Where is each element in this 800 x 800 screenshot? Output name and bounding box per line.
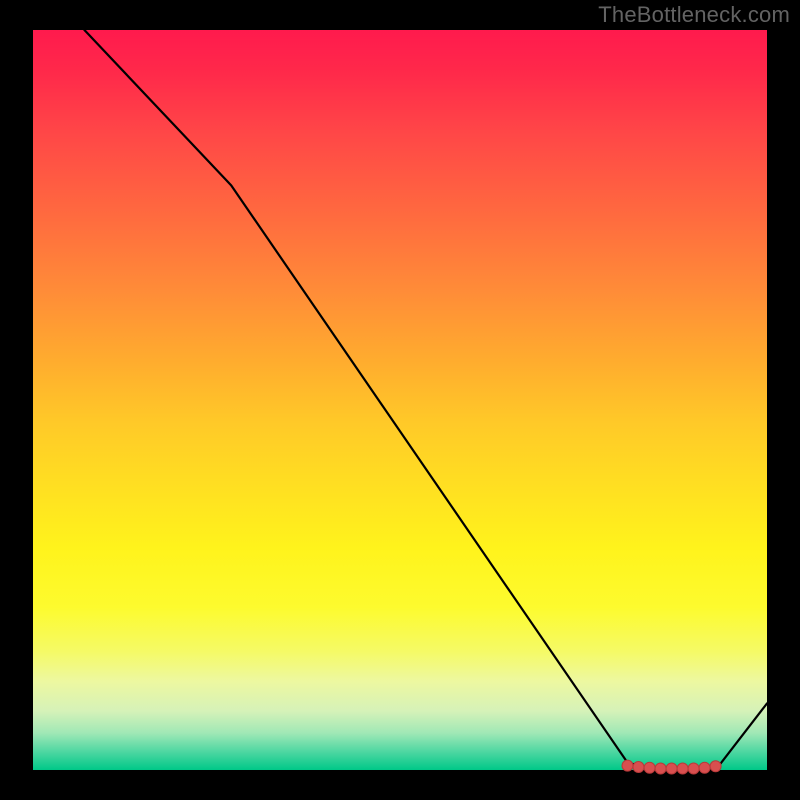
chart-svg: [33, 30, 767, 770]
watermark-text: TheBottleneck.com: [598, 2, 790, 28]
data-point: [644, 762, 655, 773]
chart-canvas: TheBottleneck.com: [0, 0, 800, 800]
data-point: [688, 763, 699, 774]
data-point: [710, 761, 721, 772]
data-point: [622, 760, 633, 771]
data-point: [677, 763, 688, 774]
data-point: [699, 762, 710, 773]
data-point: [633, 762, 644, 773]
data-point: [666, 763, 677, 774]
plot-area: [33, 30, 767, 770]
data-line: [84, 30, 767, 770]
data-point: [655, 763, 666, 774]
data-markers: [622, 760, 721, 774]
